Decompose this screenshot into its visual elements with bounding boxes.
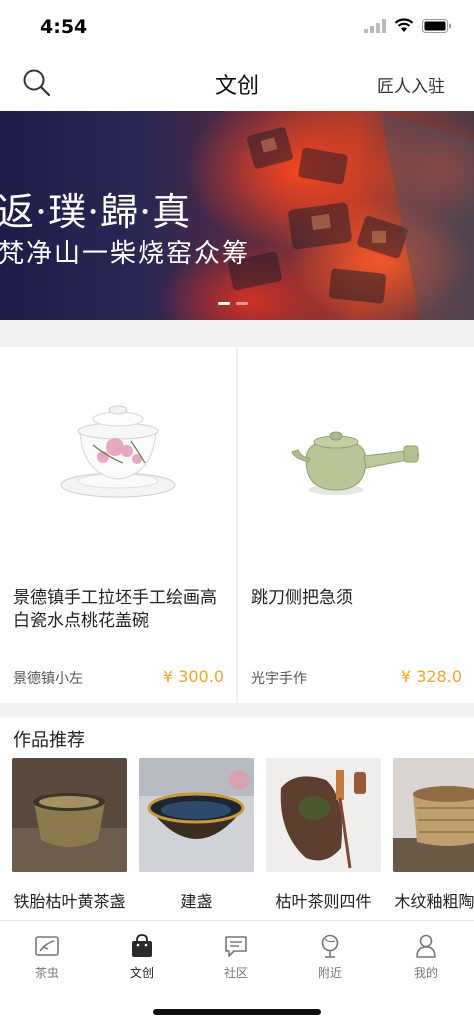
- work-item[interactable]: 铁胎枯叶黄茶盏: [12, 758, 127, 912]
- carousel-dot: [236, 302, 248, 305]
- bag-icon: [132, 934, 152, 957]
- tab-label: 茶虫: [34, 966, 59, 980]
- product-shop: 景德镇小左: [13, 671, 83, 687]
- product-image-teapot: [238, 347, 474, 567]
- work-image-mug: [393, 758, 474, 872]
- wifi-icon: [394, 18, 414, 32]
- carousel-indicator: [218, 302, 248, 305]
- location-icon: [321, 934, 339, 958]
- work-image-cup: [12, 758, 127, 872]
- work-item[interactable]: 木纹釉粗陶道杯: [393, 758, 474, 912]
- tab-culture[interactable]: 文创: [112, 933, 172, 981]
- tab-label: 社区: [223, 966, 248, 980]
- work-item[interactable]: 建盏: [139, 758, 254, 912]
- section-title: 作品推荐: [13, 730, 85, 751]
- work-name: 建盏: [180, 892, 213, 911]
- product-image-gaiwan: [0, 347, 236, 567]
- banner-carousel[interactable]: 返·璞·歸·真 梵净山一柴烧窑众筹: [0, 111, 474, 320]
- battery-icon: [422, 18, 451, 33]
- tab-nearby[interactable]: 附近: [300, 933, 360, 981]
- tab-tea-bug[interactable]: 茶虫: [17, 933, 77, 981]
- tea-bug-icon: [35, 936, 59, 956]
- signal-icon: [364, 18, 386, 33]
- status-time: 4:54: [40, 16, 88, 38]
- tab-label: 我的: [413, 966, 438, 980]
- artisan-join-link[interactable]: 匠人入驻: [377, 72, 445, 97]
- product-name: 跳刀侧把急须: [251, 588, 353, 608]
- tab-community[interactable]: 社区: [206, 933, 266, 981]
- work-name: 铁胎枯叶黄茶盏: [13, 892, 126, 911]
- product-card[interactable]: 跳刀侧把急须 光宇手作 ¥ 328.0: [238, 347, 474, 703]
- works-section: 作品推荐 铁胎枯叶黄茶盏 建盏 枯叶茶则四件 木纹釉粗陶: [0, 717, 474, 920]
- work-item[interactable]: 枯叶茶则四件: [266, 758, 381, 912]
- works-row[interactable]: 铁胎枯叶黄茶盏 建盏 枯叶茶则四件 木纹釉粗陶: [12, 758, 474, 912]
- person-icon: [416, 934, 436, 958]
- product-price: ¥ 328.0: [400, 667, 462, 686]
- carousel-dot-active: [218, 302, 230, 305]
- product-shop: 光宇手作: [251, 671, 307, 687]
- banner-subheadline: 梵净山一柴烧窑众筹: [0, 239, 251, 269]
- chat-icon: [225, 936, 247, 957]
- product-card[interactable]: 景德镇手工拉坯手工绘画高白瓷水点桃花盖碗 景德镇小左 ¥ 300.0: [0, 347, 236, 703]
- work-image-tea-scoop: [266, 758, 381, 872]
- banner-headline: 返·璞·歸·真: [0, 190, 192, 234]
- product-grid: 景德镇手工拉坯手工绘画高白瓷水点桃花盖碗 景德镇小左 ¥ 300.0 跳刀侧把急…: [0, 347, 474, 703]
- tab-label: 文创: [129, 966, 154, 980]
- product-price: ¥ 300.0: [162, 667, 224, 686]
- work-name: 枯叶茶则四件: [275, 892, 372, 911]
- tab-label: 附近: [317, 966, 342, 980]
- nav-bar: 文创 匠人入驻: [0, 56, 474, 111]
- work-name: 木纹釉粗陶道杯: [394, 892, 474, 911]
- work-image-bowl: [139, 758, 254, 872]
- product-name: 景德镇手工拉坯手工绘画高白瓷水点桃花盖碗: [13, 588, 217, 631]
- tab-mine[interactable]: 我的: [396, 933, 456, 981]
- home-indicator: [153, 1009, 321, 1015]
- status-bar: 4:54: [0, 0, 474, 56]
- status-icons: [364, 18, 452, 33]
